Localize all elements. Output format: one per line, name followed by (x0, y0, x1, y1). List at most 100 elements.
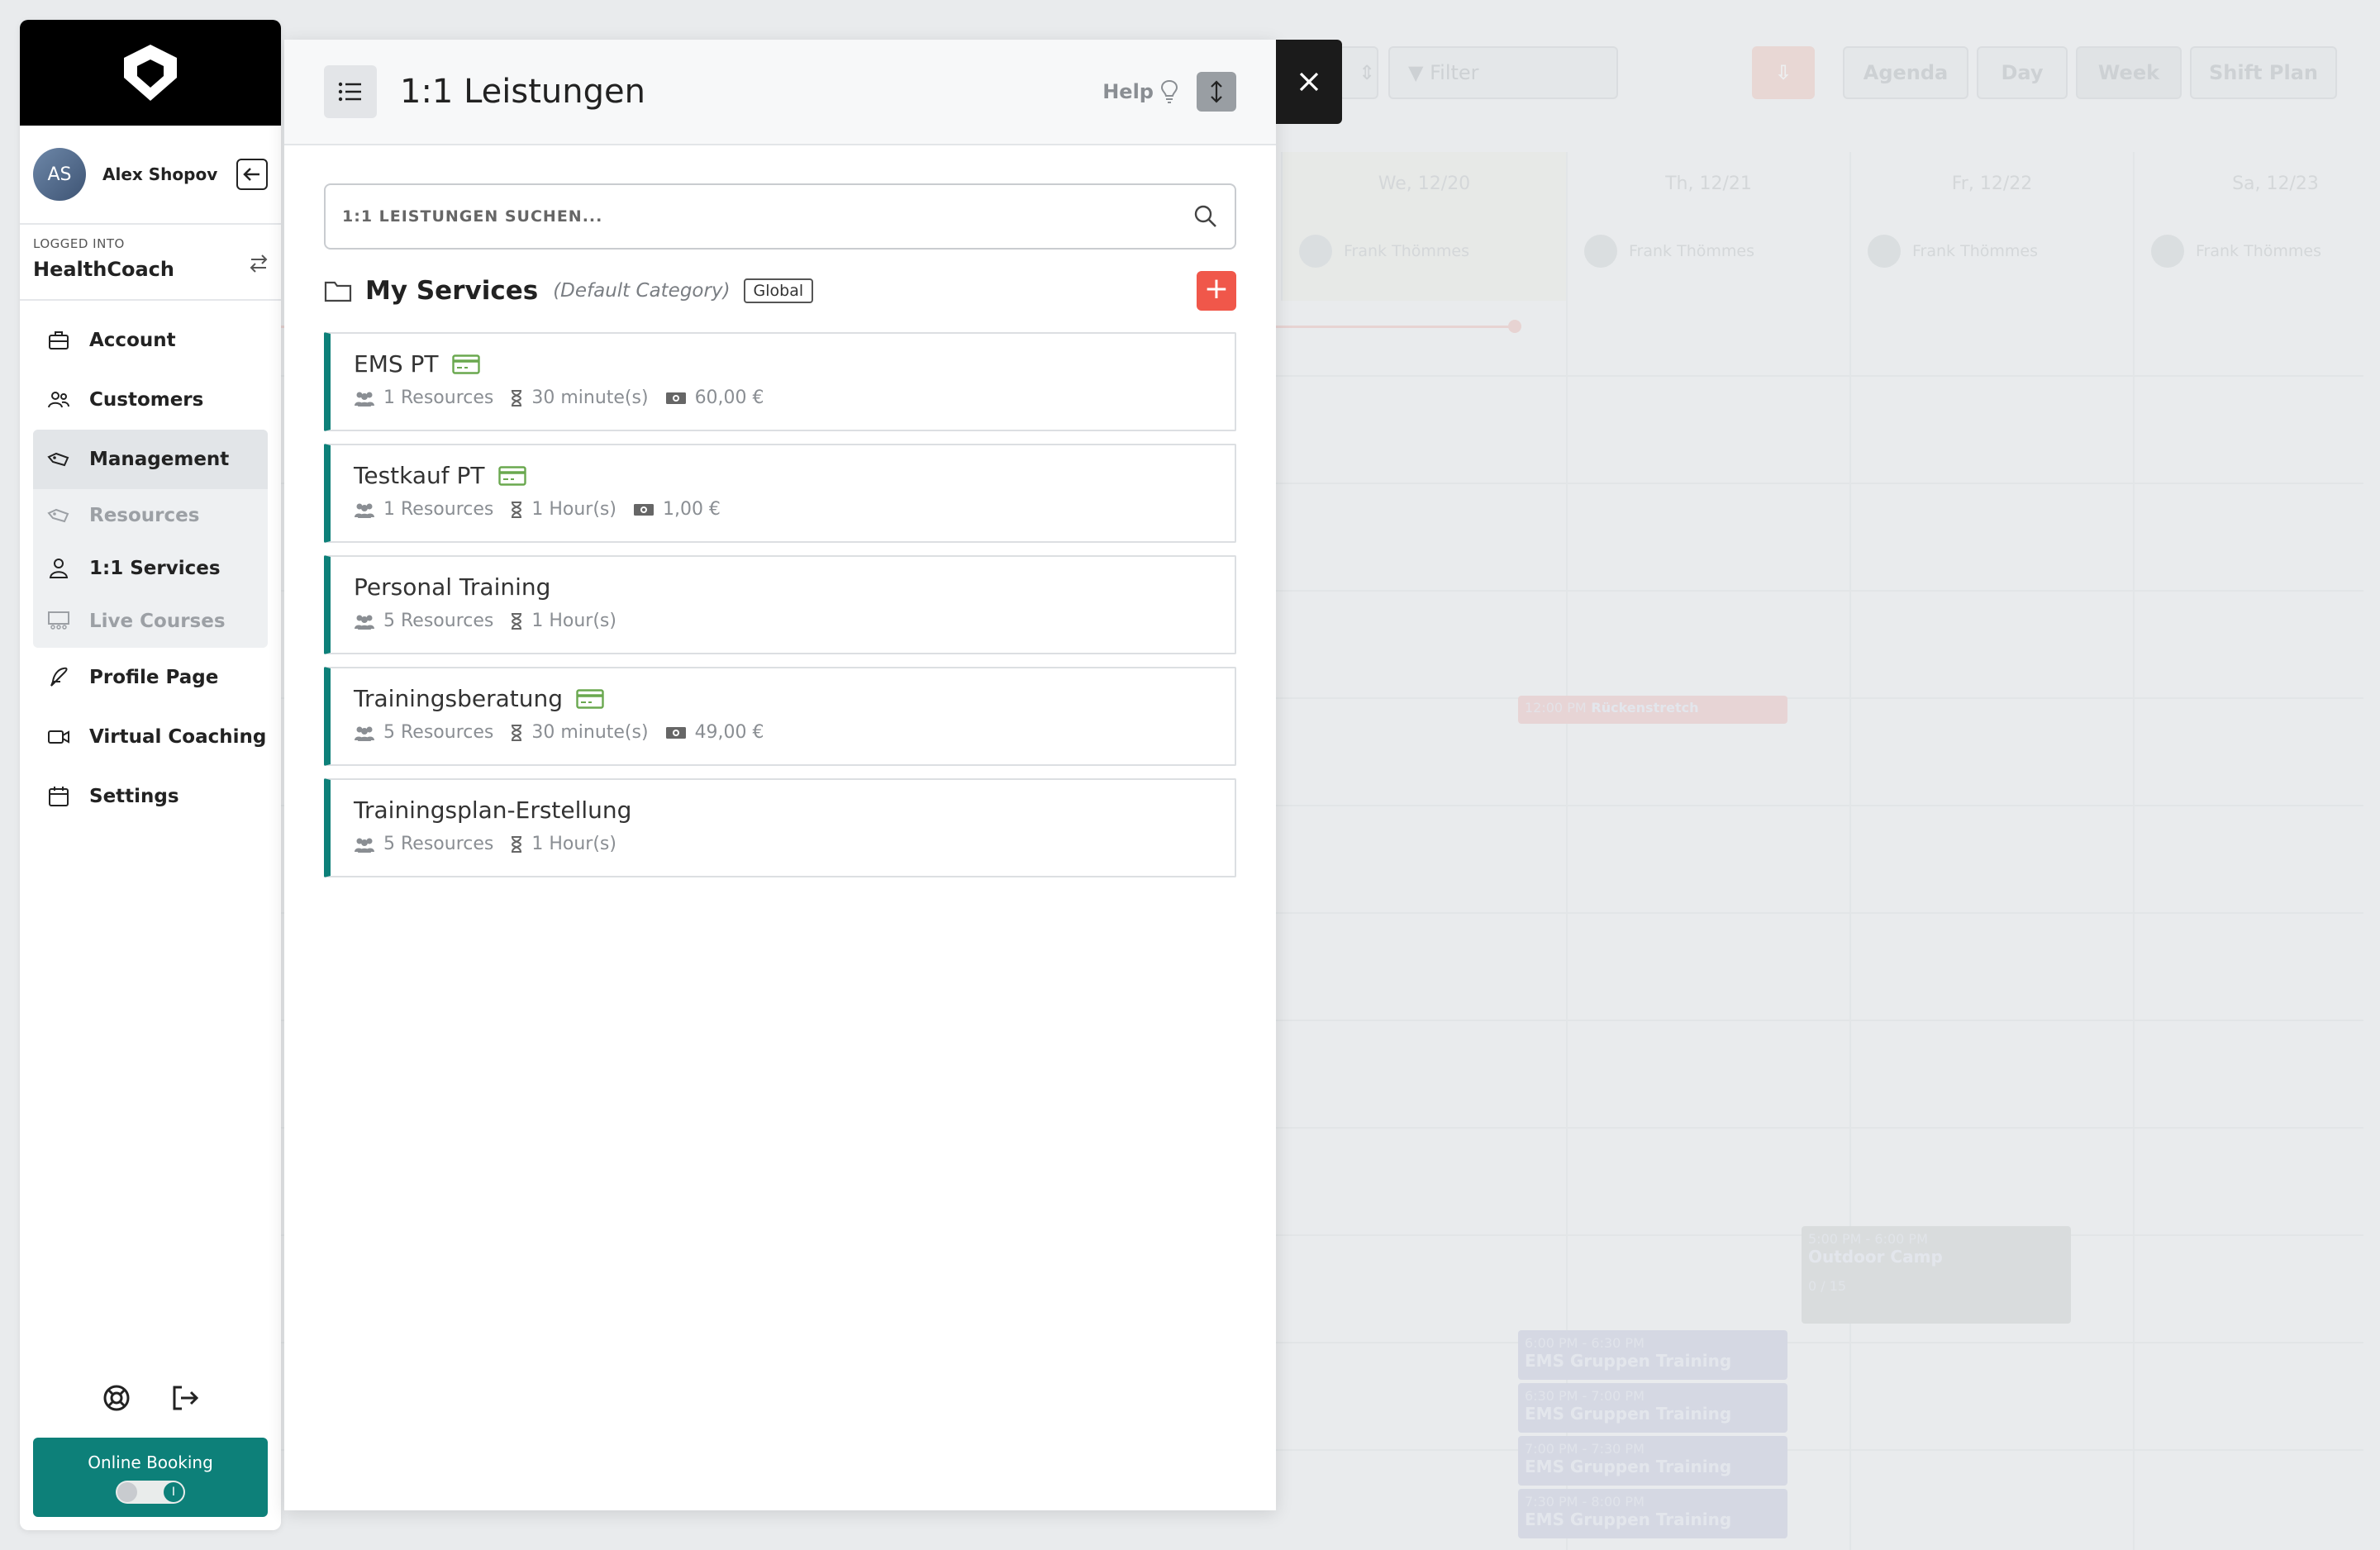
event-time: 5:00 PM - 6:00 PM (1808, 1231, 1928, 1247)
sidebar-item-virtual-coaching[interactable]: Virtual Coaching (33, 707, 268, 767)
search-input[interactable] (342, 207, 1193, 226)
video-camera-icon (48, 730, 69, 744)
service-item[interactable]: Trainingsplan-Erstellung 5 Resources 1 Hou… (324, 778, 1236, 877)
collapse-sidebar-button[interactable] (236, 159, 268, 190)
grid-divider (2133, 152, 2135, 1550)
day-column-header: Fr, 12/22 Frank Thömmes (1849, 152, 2133, 301)
view-agenda-button[interactable]: Agenda (1843, 46, 1968, 99)
service-duration: 1 Hour(s) (510, 499, 616, 520)
panel-header: 1:1 Leistungen Help (284, 40, 1276, 145)
expand-panel-button[interactable] (1197, 72, 1236, 112)
logo-icon (124, 45, 177, 101)
price-value: 1,00 € (662, 499, 721, 520)
sidebar-item-services[interactable]: 1:1 Services (33, 542, 268, 595)
management-group: Management Resources 1:1 Services Live C… (33, 430, 268, 648)
sidebar-item-label: Customers (89, 389, 204, 411)
service-item[interactable]: Personal Training 5 Resources 1 Hour(s) (324, 555, 1236, 654)
price-value: 49,00 € (694, 722, 764, 743)
event-count: 0 / 15 (1808, 1278, 1847, 1294)
service-duration: 30 minute(s) (510, 388, 649, 408)
users-icon (355, 392, 374, 407)
list-view-button[interactable] (324, 65, 377, 118)
credit-card-icon (497, 465, 526, 486)
calendar-event[interactable]: 6:30 PM - 7:00 PM EMS Gruppen Training (1518, 1383, 1787, 1433)
sidebar-item-account[interactable]: Account (33, 311, 268, 370)
tags-icon (47, 452, 69, 467)
user-icon (49, 559, 69, 578)
view-shift-plan-button[interactable]: Shift Plan (2190, 46, 2337, 99)
service-item[interactable]: Trainingsberatung 5 Resources 30 minute(s)… (324, 667, 1236, 766)
day-person: Frank Thömmes (1299, 235, 1469, 268)
event-name: EMS Gruppen Training (1525, 1510, 1732, 1529)
money-icon (633, 503, 654, 516)
app-logo[interactable] (20, 20, 281, 126)
add-service-button[interactable]: + (1197, 271, 1236, 311)
service-resources: 5 Resources (354, 611, 493, 631)
service-meta: 5 Resources 1 Hour(s) (354, 611, 1211, 631)
sidebar-item-label: Settings (89, 786, 179, 807)
service-name: Trainingsberatung (354, 685, 563, 712)
calendar-event[interactable]: 7:30 PM - 8:00 PM EMS Gruppen Training (1518, 1489, 1787, 1538)
resources-count: 1 Resources (383, 499, 494, 520)
lifebuoy-icon[interactable] (102, 1383, 131, 1413)
person-avatar (1584, 235, 1617, 268)
switch-account-button[interactable] (248, 253, 269, 278)
event-time: 7:00 PM - 7:30 PM (1525, 1441, 1645, 1457)
toggle-knob (117, 1482, 137, 1502)
avatar[interactable]: AS (33, 148, 86, 201)
money-icon (665, 392, 686, 404)
logout-icon[interactable] (169, 1383, 199, 1413)
service-meta: 1 Resources 1 Hour(s) 1,00 € (354, 499, 1211, 520)
service-name: Testkauf PT (354, 462, 485, 489)
sidebar-item-customers[interactable]: Customers (33, 370, 268, 430)
category-title: My Services (365, 276, 539, 306)
view-week-button[interactable]: Week (2076, 46, 2182, 99)
user-block: AS Alex Shopov (20, 126, 281, 225)
sidebar-item-label: Management (89, 449, 230, 470)
sidebar-item-settings[interactable]: Settings (33, 767, 268, 826)
feather-icon (50, 667, 68, 687)
online-booking-toggle[interactable]: I (116, 1481, 185, 1504)
sidebar-item-profile-page[interactable]: Profile Page (33, 648, 268, 707)
services-panel: 1:1 Leistungen Help My Services (Default… (284, 40, 1276, 1510)
day-column-header: Th, 12/21 Frank Thömmes (1566, 152, 1849, 301)
person-name: Frank Thömmes (1344, 242, 1469, 260)
view-day-button[interactable]: Day (1977, 46, 2068, 99)
resources-count: 5 Resources (383, 834, 494, 854)
folder-icon (324, 281, 352, 302)
service-item[interactable]: EMS PT 1 Resources 30 minute(s) 60,00 € (324, 332, 1236, 431)
credit-card-icon (576, 688, 604, 709)
sidebar-item-live-courses[interactable]: Live Courses (33, 595, 268, 648)
close-panel-button[interactable] (1276, 40, 1342, 124)
search-box (324, 183, 1236, 250)
sidebar-item-resources[interactable]: Resources (33, 489, 268, 542)
arrow-left-icon (243, 168, 259, 181)
service-resources: 1 Resources (354, 388, 493, 408)
footer-icons (33, 1383, 268, 1413)
download-icon: ⇩ (1774, 61, 1792, 84)
tags-icon (47, 508, 69, 523)
search-icon[interactable] (1193, 204, 1218, 229)
users-icon (355, 726, 374, 741)
calendar-event[interactable]: 7:00 PM - 7:30 PM EMS Gruppen Training (1518, 1436, 1787, 1486)
download-button[interactable]: ⇩ (1752, 46, 1815, 99)
filter-select[interactable]: ▼ Filter (1388, 46, 1618, 99)
calendar-event[interactable]: 12:00 PM Rückenstretch (1518, 696, 1787, 724)
calendar-event[interactable]: 5:00 PM - 6:00 PM Outdoor Camp 0 / 15 (1802, 1226, 2071, 1324)
duration-value: 30 minute(s) (531, 388, 649, 408)
resize-vertical-icon (1211, 80, 1222, 103)
service-item[interactable]: Testkauf PT 1 Resources 1 Hour(s) 1,00 € (324, 444, 1236, 543)
duration-value: 1 Hour(s) (531, 834, 616, 854)
category-default-label: (Default Category) (553, 280, 731, 302)
panel-body: My Services (Default Category) Global + … (284, 145, 1276, 877)
service-name-row: Trainingsplan-Erstellung (354, 796, 1211, 824)
swap-arrows-icon (250, 254, 268, 273)
calendar-event[interactable]: 6:00 PM - 6:30 PM EMS Gruppen Training (1518, 1330, 1787, 1380)
event-time: 7:30 PM - 8:00 PM (1525, 1494, 1645, 1510)
resource-select[interactable]: ⇕ (1339, 46, 1378, 99)
help-button[interactable]: Help (1102, 79, 1178, 104)
service-resources: 1 Resources (354, 499, 493, 520)
service-meta: 5 Resources 30 minute(s) 49,00 € (354, 722, 1211, 743)
hourglass-icon (512, 835, 522, 853)
sidebar-item-management[interactable]: Management (33, 430, 268, 489)
